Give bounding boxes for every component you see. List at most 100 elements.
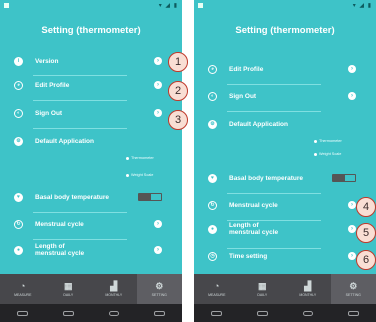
- tab-daily[interactable]: ▦ DAILY: [240, 274, 286, 304]
- divider: [227, 193, 321, 194]
- bottom-tab-bar: ◔ MEASURE ▦ DAILY ▟ MONTHLY ⚙ SETTING: [194, 274, 376, 304]
- callout-badge-1: 1: [168, 52, 188, 72]
- home-icon[interactable]: [108, 310, 119, 316]
- recent-apps-icon[interactable]: [347, 310, 359, 316]
- back-icon[interactable]: [257, 310, 269, 316]
- recent-apps-icon[interactable]: [153, 310, 165, 316]
- info-icon: i: [14, 56, 23, 66]
- menstrual-cycle-label: Menstrual cycle: [35, 220, 84, 228]
- basal-body-temperature-label: Basal body temperature: [229, 174, 304, 182]
- right-phone-screen: ▾ ◢ ▮ Setting (thermometer) ◕ Edit Profi…: [194, 0, 376, 322]
- profile-icon: ◕: [208, 64, 217, 74]
- divider: [33, 239, 127, 240]
- calendar-icon: ▦: [63, 281, 73, 291]
- drop-icon: ●: [208, 224, 217, 234]
- keyboard-icon[interactable]: [17, 310, 29, 316]
- status-bar: ▾ ◢ ▮: [194, 0, 376, 12]
- default-application-label: Default Application: [35, 137, 94, 145]
- cycle-icon: ↻: [14, 219, 23, 229]
- sign-out-icon: ◐: [208, 91, 217, 101]
- radio-icon: [126, 173, 129, 177]
- chevron-right-icon[interactable]: ›: [348, 65, 356, 73]
- chevron-right-icon[interactable]: ›: [348, 201, 356, 209]
- gear-icon: ⚙: [208, 119, 217, 129]
- option-thermometer[interactable]: Thermometer: [314, 139, 342, 143]
- status-bar: ▾ ◢ ▮: [0, 0, 182, 12]
- divider: [33, 100, 127, 101]
- tab-monthly[interactable]: ▟ MONTHLY: [285, 274, 331, 304]
- tab-setting[interactable]: ⚙ SETTING: [136, 274, 182, 304]
- speedometer-icon: ◔: [20, 281, 26, 291]
- tab-measure[interactable]: ◔ MEASURE: [0, 274, 46, 304]
- length-of-menstrual-cycle-label: Length of menstrual cycle: [229, 222, 279, 236]
- divider: [33, 212, 127, 213]
- version-label: Version: [35, 57, 59, 65]
- cycle-icon: ↻: [208, 200, 217, 210]
- callout-badge-6: 6: [356, 250, 376, 270]
- heart-icon: ♥: [208, 173, 217, 183]
- option-weight-scale[interactable]: Weight Scale: [126, 173, 153, 177]
- home-icon[interactable]: [302, 310, 313, 316]
- calendar-icon: ▦: [257, 281, 267, 291]
- gear-icon: ⚙: [349, 281, 358, 291]
- time-setting-label: Time setting: [229, 252, 268, 260]
- profile-icon: ◕: [14, 80, 23, 90]
- chevron-right-icon[interactable]: ›: [348, 92, 356, 100]
- drop-icon: ●: [14, 245, 23, 255]
- sign-out-label: Sign Out: [35, 109, 63, 117]
- system-nav-bar: [0, 304, 182, 322]
- system-nav-bar: [194, 304, 376, 322]
- page-title: Setting (thermometer): [41, 24, 141, 36]
- sign-out-icon: ◐: [14, 108, 23, 118]
- edit-profile-label: Edit Profile: [229, 65, 264, 73]
- tab-setting[interactable]: ⚙ SETTING: [330, 274, 376, 304]
- basal-temperature-toggle[interactable]: [332, 174, 356, 182]
- bar-chart-icon: ▟: [304, 281, 312, 291]
- callout-badge-3: 3: [168, 110, 188, 130]
- edit-profile-label: Edit Profile: [35, 81, 70, 89]
- gear-icon: ⚙: [14, 136, 23, 146]
- divider: [227, 220, 321, 221]
- page-title: Setting (thermometer): [235, 24, 335, 36]
- divider: [227, 111, 321, 112]
- heart-icon: ♥: [14, 192, 23, 202]
- back-icon[interactable]: [63, 310, 75, 316]
- chevron-right-icon[interactable]: ›: [154, 109, 162, 117]
- status-icons: ▾ ◢ ▮: [352, 3, 372, 9]
- chevron-right-icon[interactable]: ›: [154, 81, 162, 89]
- chevron-right-icon[interactable]: ›: [154, 220, 162, 228]
- tab-daily[interactable]: ▦ DAILY: [46, 274, 92, 304]
- default-application-label: Default Application: [229, 120, 288, 128]
- app-notification-icon: [198, 3, 203, 8]
- chevron-right-icon[interactable]: ›: [154, 57, 162, 65]
- radio-selected-icon: [126, 156, 129, 160]
- menstrual-cycle-label: Menstrual cycle: [229, 201, 278, 209]
- chevron-right-icon[interactable]: ›: [348, 225, 356, 233]
- length-of-menstrual-cycle-label: Length of menstrual cycle: [35, 243, 85, 257]
- sign-out-label: Sign Out: [229, 92, 257, 100]
- callout-badge-2: 2: [168, 81, 188, 101]
- app-notification-icon: [4, 3, 9, 8]
- chevron-right-icon[interactable]: ›: [154, 246, 162, 254]
- left-phone-screen: ▾ ◢ ▮ Setting (thermometer) i Version › …: [0, 0, 182, 322]
- callout-badge-4: 4: [356, 197, 376, 217]
- clock-icon: ◷: [208, 251, 217, 261]
- option-thermometer[interactable]: Thermometer: [126, 156, 154, 160]
- gear-icon: ⚙: [155, 281, 164, 291]
- keyboard-icon[interactable]: [211, 310, 223, 316]
- toggle-knob: [345, 175, 355, 181]
- callout-badge-5: 5: [356, 223, 376, 243]
- divider: [227, 248, 321, 249]
- basal-temperature-toggle[interactable]: [138, 193, 162, 201]
- chevron-right-icon[interactable]: ›: [348, 252, 356, 260]
- status-icons: ▾ ◢ ▮: [158, 3, 178, 9]
- option-weight-scale[interactable]: Weight Scale: [314, 152, 341, 156]
- tab-monthly[interactable]: ▟ MONTHLY: [91, 274, 137, 304]
- divider: [227, 84, 321, 85]
- bottom-tab-bar: ◔ MEASURE ▦ DAILY ▟ MONTHLY ⚙ SETTING: [0, 274, 182, 304]
- radio-icon: [314, 152, 317, 156]
- tab-measure[interactable]: ◔ MEASURE: [194, 274, 240, 304]
- basal-body-temperature-label: Basal body temperature: [35, 193, 110, 201]
- toggle-knob: [151, 194, 161, 200]
- radio-selected-icon: [314, 139, 317, 143]
